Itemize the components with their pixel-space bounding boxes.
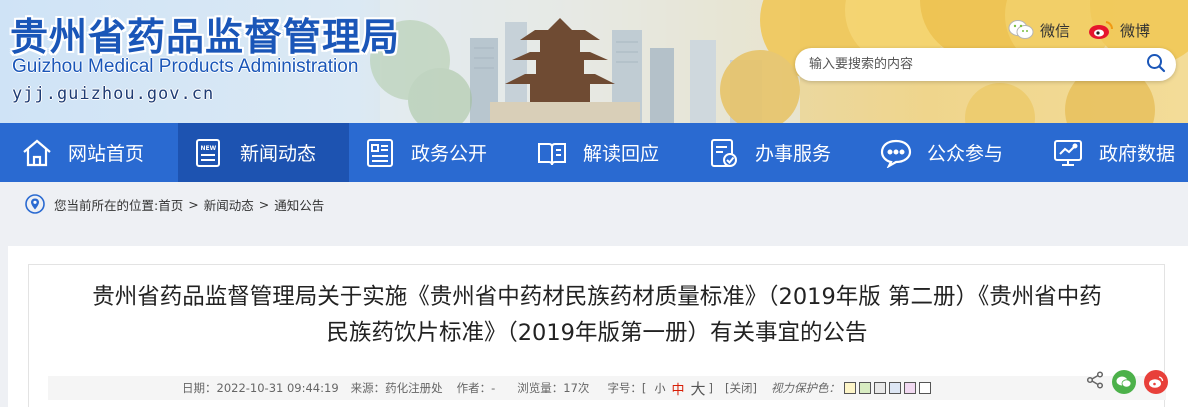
eye-color-swatch-pink[interactable]: [903, 382, 916, 394]
breadcrumb-notices[interactable]: 通知公告: [274, 195, 324, 214]
share-area: [1086, 370, 1168, 394]
wechat-share-icon: [1116, 376, 1132, 388]
article-title-line: 贵州省药品监督管理局关于实施《贵州省中药材民族药材质量标准》（2019年版 第二…: [92, 284, 1102, 310]
chat-icon: [879, 136, 913, 170]
document-icon: [363, 136, 397, 170]
location-pin-icon: [24, 193, 46, 215]
wechat-share-button[interactable]: [1112, 370, 1136, 394]
news-icon: NEW: [192, 136, 226, 170]
weibo-link[interactable]: 微博: [1088, 18, 1150, 42]
article-date: 日期：2022-10-31 09:44:19: [182, 381, 339, 395]
nav-label-gov-data: 政府数据: [1099, 143, 1176, 165]
article-source: 来源：药化注册处: [350, 381, 443, 395]
header-banner: 贵州省药品监督管理局 Guizhou Medical Products Admi…: [0, 0, 1188, 123]
wechat-label: 微信: [1040, 21, 1071, 40]
site-domain: yjj.guizhou.gov.cn: [12, 84, 215, 104]
weibo-label: 微博: [1120, 21, 1151, 40]
site-english-title: Guizhou Medical Products Administration: [12, 56, 359, 77]
nav-item-gov-affairs[interactable]: 政务公开: [349, 123, 521, 182]
search-icon: [1146, 53, 1166, 77]
book-icon: [535, 136, 569, 170]
data-icon: [1051, 136, 1085, 170]
nav-label-news: 新闻动态: [240, 143, 317, 165]
home-icon: [20, 136, 54, 170]
nav-label-interpretation: 解读回应: [583, 143, 660, 165]
breadcrumb-news[interactable]: 新闻动态: [204, 195, 254, 214]
nav-item-interpretation[interactable]: 解读回应: [521, 123, 693, 182]
weibo-icon: [1088, 18, 1114, 42]
wechat-link[interactable]: 微信: [1008, 18, 1070, 42]
nav-label-home: 网站首页: [68, 143, 145, 165]
nav-label-participation: 公众参与: [927, 143, 1004, 165]
article-author: 作者：-: [456, 381, 496, 395]
article-title: 贵州省药品监督管理局关于实施《贵州省中药材民族药材质量标准》（2019年版 第二…: [40, 279, 1154, 351]
eye-color-swatch-yellow[interactable]: [843, 382, 856, 394]
eye-color-swatch-gray[interactable]: [873, 382, 886, 394]
service-icon: [707, 136, 741, 170]
font-size-label: 字号：[: [607, 381, 647, 395]
nav-item-services[interactable]: 办事服务: [693, 123, 865, 182]
eye-color-swatch-blue[interactable]: [888, 382, 901, 394]
breadcrumb-home[interactable]: 首页: [158, 195, 183, 214]
font-size-large[interactable]: 大: [690, 378, 705, 399]
nav-item-gov-data[interactable]: 政府数据: [1037, 123, 1188, 182]
eye-protection-label: 视力保护色：: [770, 381, 840, 395]
article-title-line: 民族药饮片标准》（2019年版第一册）有关事宜的公告: [326, 320, 868, 346]
breadcrumb-prefix: 您当前所在的位置:: [54, 197, 159, 213]
main-nav: 网站首页 NEW 新闻动态 政务公开 解读回应 办事服务 公众参与 政府数据: [0, 123, 1188, 182]
nav-item-news[interactable]: NEW 新闻动态: [178, 123, 349, 182]
article-meta-bar: 日期：2022-10-31 09:44:19 来源：药化注册处 作者：- 浏览量…: [48, 376, 1166, 400]
svg-text:NEW: NEW: [201, 145, 217, 152]
nav-label-services: 办事服务: [755, 143, 832, 165]
wechat-icon: [1008, 18, 1034, 42]
weibo-share-button[interactable]: [1144, 370, 1168, 394]
search-box: [795, 48, 1176, 81]
weibo-share-icon: [1149, 376, 1164, 388]
breadcrumb: 您当前所在的位置: 首页 > 新闻动态 > 通知公告: [20, 188, 1170, 220]
nav-item-home[interactable]: 网站首页: [0, 123, 178, 182]
font-size-medium[interactable]: 中: [671, 379, 684, 398]
breadcrumb-separator: >: [258, 196, 270, 212]
close-link[interactable]: [关闭]: [725, 380, 757, 396]
eye-color-swatch-white[interactable]: [918, 382, 931, 394]
share-icon[interactable]: [1086, 371, 1104, 393]
search-input[interactable]: [795, 48, 1136, 81]
site-title: 贵州省药品监督管理局: [10, 15, 401, 59]
font-size-small[interactable]: 小: [654, 380, 665, 396]
article-views: 浏览量：17次: [517, 381, 590, 395]
nav-item-participation[interactable]: 公众参与: [865, 123, 1037, 182]
breadcrumb-separator: >: [188, 196, 199, 212]
search-button[interactable]: [1136, 48, 1176, 81]
eye-color-swatch-green[interactable]: [858, 382, 871, 394]
font-size-close-bracket: ]: [708, 381, 713, 395]
nav-label-gov-affairs: 政务公开: [411, 143, 488, 165]
